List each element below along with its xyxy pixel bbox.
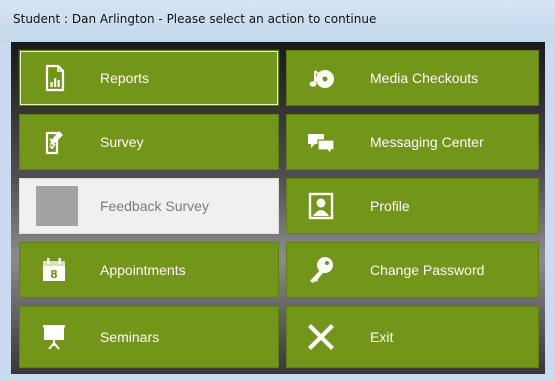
exit-button[interactable]: Exit bbox=[286, 306, 539, 368]
appointments-button[interactable]: 8 Appointments bbox=[19, 242, 279, 298]
media-checkouts-label: Media Checkouts bbox=[370, 70, 479, 86]
key-icon bbox=[306, 255, 336, 285]
appointments-label: Appointments bbox=[100, 262, 186, 278]
placeholder-icon bbox=[36, 186, 78, 226]
media-checkouts-button[interactable]: Media Checkouts bbox=[286, 50, 539, 106]
survey-label: Survey bbox=[100, 134, 144, 150]
presentation-icon bbox=[39, 322, 69, 352]
close-icon bbox=[306, 322, 336, 352]
reports-button[interactable]: Reports bbox=[18, 49, 280, 107]
chat-icon bbox=[306, 127, 336, 157]
profile-label: Profile bbox=[370, 198, 410, 214]
title-bar: Student : Dan Arlington - Please select … bbox=[0, 0, 555, 42]
reports-label: Reports bbox=[100, 70, 150, 86]
change-password-button[interactable]: Change Password bbox=[286, 242, 539, 298]
student-action-window: Student : Dan Arlington - Please select … bbox=[0, 0, 555, 381]
window-title: Student : Dan Arlington - Please select … bbox=[13, 12, 377, 26]
messaging-center-label: Messaging Center bbox=[370, 134, 484, 150]
calendar-icon: 8 bbox=[39, 255, 69, 285]
seminars-button[interactable]: Seminars bbox=[19, 306, 279, 368]
window-bottom-border bbox=[0, 374, 555, 381]
feedback-survey-button[interactable]: Feedback Survey bbox=[19, 178, 279, 234]
seminars-label: Seminars bbox=[100, 329, 160, 345]
profile-button[interactable]: Profile bbox=[286, 178, 539, 234]
action-panel: Reports Survey Feedback Survey 8 Appoint… bbox=[11, 42, 545, 374]
change-password-label: Change Password bbox=[370, 262, 485, 278]
profile-icon bbox=[306, 191, 336, 221]
survey-button[interactable]: Survey bbox=[19, 114, 279, 170]
feedback-survey-label: Feedback Survey bbox=[100, 198, 209, 214]
survey-icon bbox=[39, 127, 69, 157]
svg-text:8: 8 bbox=[50, 268, 58, 281]
music-disc-icon bbox=[306, 63, 336, 93]
messaging-center-button[interactable]: Messaging Center bbox=[286, 114, 539, 170]
exit-label: Exit bbox=[370, 329, 394, 345]
reports-icon bbox=[39, 63, 69, 93]
